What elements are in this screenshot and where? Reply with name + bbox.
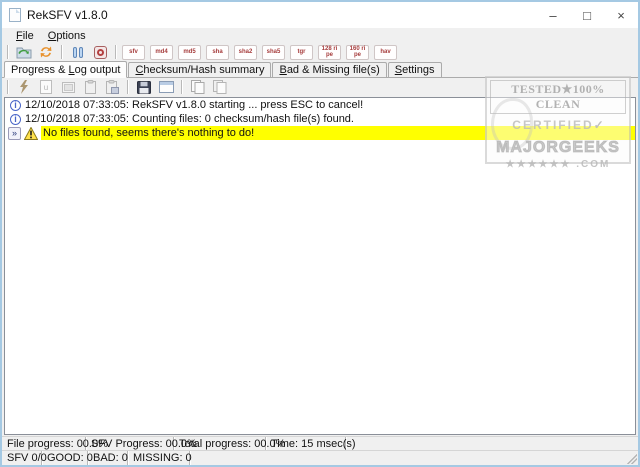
log-row[interactable]: i 12/10/2018 07:33:05: RekSFV v1.8.0 sta… [5, 98, 635, 112]
log-toolbar: u [2, 78, 638, 96]
toolbar-separator [115, 45, 117, 59]
open-url-button[interactable]: u [36, 79, 56, 96]
save-floppy-icon [137, 80, 151, 94]
log-text: 12/10/2018 07:33:05: RekSFV v1.8.0 start… [25, 99, 364, 111]
copy-icon [191, 80, 205, 94]
hash-button-ripe160[interactable]: 160 ripe [346, 44, 369, 60]
stop-icon [93, 45, 107, 59]
tab-progress-log[interactable]: Progress & Log output [4, 61, 128, 78]
progress-status-bar: File progress: 00.0% SFV Progress: 00.0%… [2, 436, 638, 450]
copy-all-button[interactable] [210, 79, 230, 96]
scan-folder-icon [16, 45, 33, 59]
toolbar-separator [61, 45, 63, 59]
copy-line-button[interactable] [188, 79, 208, 96]
close-button-icon[interactable]: × [604, 2, 638, 28]
file-progress-panel: File progress: 00.0% [2, 437, 108, 450]
open-log-button[interactable] [58, 79, 78, 96]
refresh-icon [39, 45, 53, 59]
window-title: RekSFV v1.8.0 [27, 8, 108, 22]
warning-text: No files found, seems there's nothing to… [41, 126, 635, 140]
stop-button[interactable] [90, 44, 110, 61]
tab-bad-missing[interactable]: Bad & Missing file(s) [272, 62, 387, 77]
lightning-icon [19, 80, 29, 94]
total-progress-panel: Total progress: 00.0% [174, 437, 285, 450]
svg-text:u: u [44, 83, 48, 92]
app-icon [9, 8, 21, 22]
log-row[interactable]: i 12/10/2018 07:33:05: Counting files: 0… [5, 112, 635, 126]
status-filler-panel [190, 451, 638, 465]
resize-grip[interactable] [627, 454, 637, 464]
window-view-button[interactable] [156, 79, 176, 96]
toolbar-separator [7, 80, 9, 94]
save-button[interactable] [134, 79, 154, 96]
toolbar-separator [7, 45, 9, 59]
hash-button-sha[interactable]: sha [206, 44, 229, 60]
info-icon: i [10, 99, 21, 111]
run-button[interactable] [14, 79, 34, 96]
counts-status-bar: SFV 0/0 GOOD: 0 BAD: 0 MISSING: 0 [2, 450, 638, 465]
menu-options[interactable]: Options [41, 30, 93, 42]
sfv-count-panel: SFV 0/0 [2, 451, 47, 465]
toolbar-separator [181, 80, 183, 94]
main-toolbar: sfv md4 md5 sha sha2 sha5 tgr 128 ripe 1… [2, 43, 638, 61]
scan-folder-button[interactable] [14, 44, 34, 61]
status-filler-panel [346, 437, 638, 450]
hash-button-ripe128[interactable]: 128 ripe [318, 44, 341, 60]
maximize-button-icon[interactable]: □ [570, 2, 604, 28]
page-icon [61, 81, 75, 94]
log-text: 12/10/2018 07:33:05: Counting files: 0 c… [25, 113, 354, 125]
copy-all-icon [213, 80, 227, 94]
paste-button[interactable] [80, 79, 100, 96]
menu-file[interactable]: File [9, 30, 41, 42]
bad-count-panel: BAD: 0 [88, 451, 128, 465]
tab-settings[interactable]: Settings [387, 62, 442, 77]
sfv-progress-panel: SFV Progress: 00.0% [86, 437, 197, 450]
app-window: RekSFV v1.8.0 – □ × File Options sfv md4… [0, 0, 640, 467]
caption-buttons: – □ × [536, 2, 638, 28]
tab-strip: Progress & Log output Checksum/Hash summ… [2, 61, 638, 78]
info-icon: i [10, 113, 21, 125]
hash-button-tgr[interactable]: tgr [290, 44, 313, 60]
hash-button-md4[interactable]: md4 [150, 44, 173, 60]
clipboard-icon [84, 80, 96, 94]
hash-button-sha2[interactable]: sha2 [234, 44, 257, 60]
hash-button-hav[interactable]: hav [374, 44, 397, 60]
refresh-button[interactable] [36, 44, 56, 61]
expand-button[interactable]: » [8, 126, 21, 140]
toolbar-separator [127, 80, 129, 94]
pause-icon [73, 46, 83, 58]
minimize-button-icon[interactable]: – [536, 2, 570, 28]
menu-bar: File Options [2, 28, 638, 43]
pause-button[interactable] [68, 44, 88, 61]
hash-button-sfv[interactable]: sfv [122, 44, 145, 60]
page-u-icon: u [40, 80, 52, 94]
good-count-panel: GOOD: 0 [42, 451, 93, 465]
log-output-list[interactable]: i 12/10/2018 07:33:05: RekSFV v1.8.0 sta… [4, 97, 636, 435]
save-clipboard-button[interactable] [102, 79, 122, 96]
log-row-warning[interactable]: » No files found, seems there's nothing … [5, 126, 635, 140]
warning-icon [24, 126, 38, 140]
window-icon [158, 81, 174, 93]
hash-button-md5[interactable]: md5 [178, 44, 201, 60]
tab-checksum-summary[interactable]: Checksum/Hash summary [128, 62, 272, 77]
missing-count-panel: MISSING: 0 [128, 451, 192, 465]
clipboard-save-icon [105, 80, 119, 94]
time-panel: Time: 15 msec(s) [266, 437, 356, 450]
hash-button-sha5[interactable]: sha5 [262, 44, 285, 60]
title-bar: RekSFV v1.8.0 – □ × [2, 2, 638, 28]
